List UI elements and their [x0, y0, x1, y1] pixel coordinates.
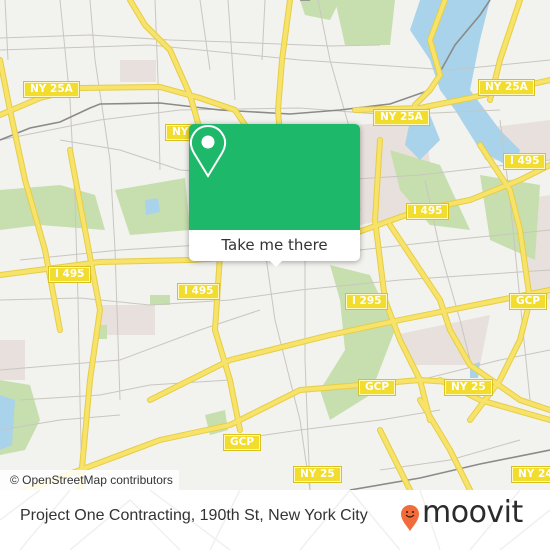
map-pin-icon — [189, 124, 227, 178]
shield-ny25-south: NY 25 — [293, 466, 342, 483]
shield-ny25-center: NY 25 — [444, 379, 493, 396]
map-view[interactable]: NY 25A NY NY 25A NY 25A I 495 I 495 I 49… — [0, 0, 550, 490]
map-attribution[interactable]: © OpenStreetMap contributors — [0, 470, 179, 490]
shield-gcp-east: GCP — [508, 293, 548, 310]
take-me-there-button[interactable]: Take me there — [189, 230, 360, 261]
shield-i295: I 295 — [344, 293, 389, 310]
popup-pointer — [269, 260, 283, 267]
shield-gcp-center: GCP — [357, 379, 397, 396]
shield-i495-west: I 495 — [47, 266, 92, 283]
moovit-wordmark: moovit — [422, 495, 523, 530]
place-title: Project One Contracting, 190th St, New Y… — [20, 507, 368, 524]
shield-gcp-south: GCP — [222, 434, 262, 451]
shield-ny25a-center: NY 25A — [373, 109, 430, 126]
location-popup: Take me there — [189, 124, 360, 267]
popup-header — [189, 124, 360, 230]
shield-i495-east: I 495 — [502, 153, 547, 170]
shield-i495-center: I 495 — [405, 203, 450, 220]
shield-i495-south: I 495 — [176, 283, 221, 300]
shield-ny24: NY 24 — [511, 466, 550, 483]
shield-ny25a-west: NY 25A — [23, 81, 80, 98]
moovit-smiley-pin-icon — [401, 505, 419, 531]
shield-ny25a-east: NY 25A — [478, 79, 535, 96]
footer-bar: Project One Contracting, 190th St, New Y… — [0, 490, 550, 550]
